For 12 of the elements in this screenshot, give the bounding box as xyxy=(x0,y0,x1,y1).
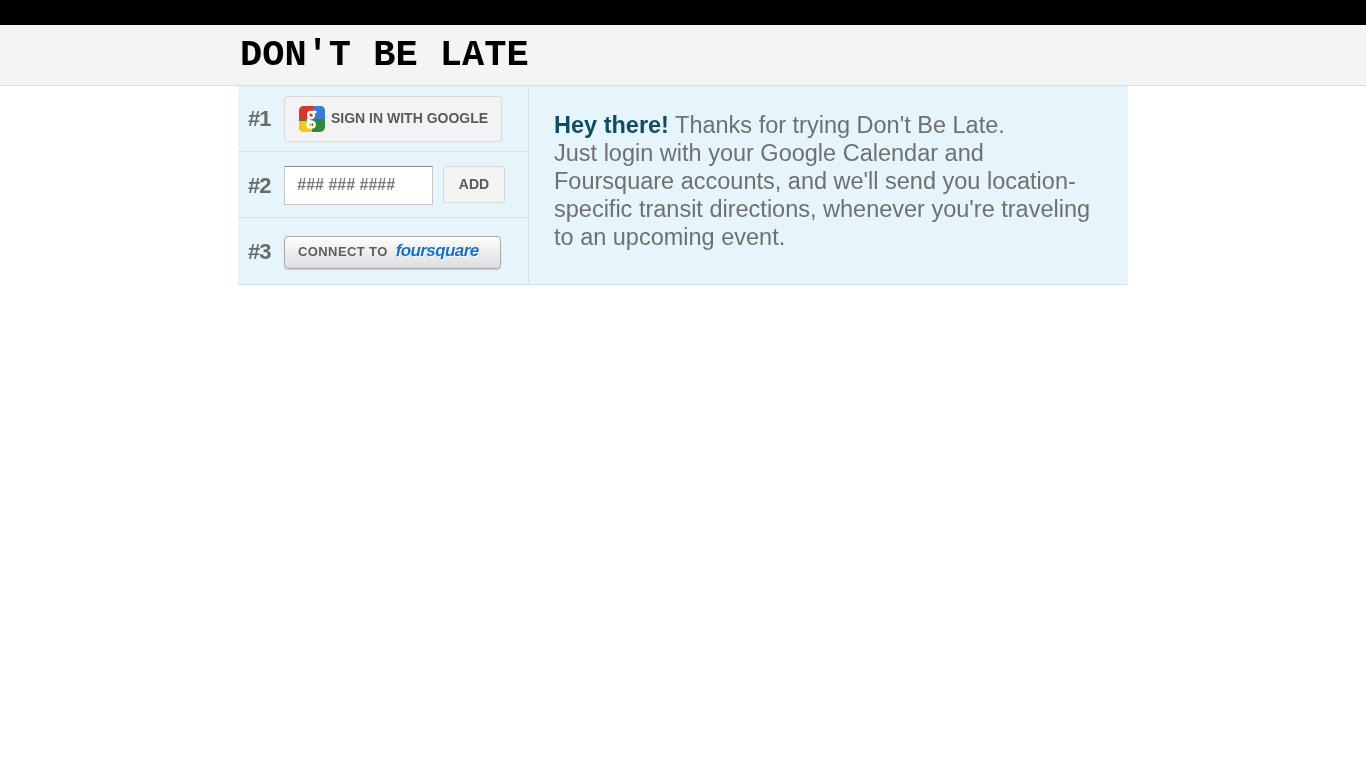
phone-input-field[interactable]: ### ### #### xyxy=(284,165,433,205)
step-number: #1 xyxy=(248,105,272,133)
intro-greeting: Hey there! Thanks for trying Don't Be Late. xyxy=(554,111,1006,139)
step-number: #3 xyxy=(248,237,272,266)
intro-text: Just login with your Google Calendar and Foursquare accounts, and we'll send you location-specific transit directions, whenever you're traveling to an upcoming event. xyxy=(554,139,1092,251)
site-title: DON'T BE LATE xyxy=(240,35,529,75)
connect-button[interactable]: CONNECT TO foursquare xyxy=(284,235,501,269)
logo-tile-icon xyxy=(299,105,325,132)
step-number: #2 xyxy=(248,171,272,200)
logo-wordmark: foursquare xyxy=(395,241,479,260)
sign-in-button[interactable]: SIGN IN WITH GOOGLE xyxy=(284,95,502,142)
add-button[interactable]: ADD xyxy=(443,165,505,203)
